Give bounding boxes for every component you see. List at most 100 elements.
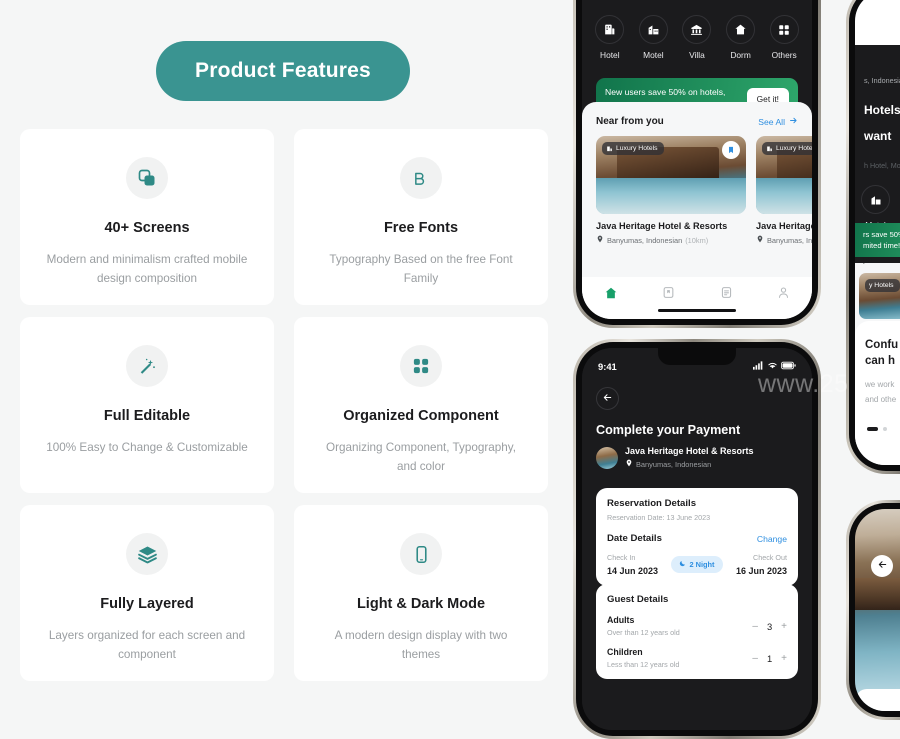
feature-card-fonts[interactable]: Free Fonts Typography Based on the free …: [294, 129, 548, 305]
phone-mockup-detail: 9:41: [846, 500, 900, 720]
carousel-dots[interactable]: [867, 427, 887, 431]
badge-label: y Hotels: [869, 282, 894, 289]
hotel-card[interactable]: Luxury Hotels Java Heritage Hotel & Reso…: [596, 136, 746, 245]
back-button[interactable]: [871, 555, 893, 577]
map-pin-icon: [596, 235, 604, 245]
hotel-photo: y Hotels: [859, 273, 900, 319]
hotel-location-text: Banyumas, Indonesian: [607, 235, 683, 245]
check-in-value[interactable]: 14 Jun 2023: [607, 566, 665, 576]
motel-icon: [638, 15, 668, 44]
date-details-header: Date Details Change: [607, 533, 787, 544]
check-in-column: Check In 14 Jun 2023: [607, 553, 665, 576]
category-list: Hotel Motel Villa Dorm Others: [582, 15, 812, 60]
reservation-title: Reservation Details: [607, 498, 697, 509]
promo-banner[interactable]: rs save 50% o mited time!: [855, 223, 900, 257]
layers-stack-icon: [126, 533, 168, 575]
battery-icon: [781, 357, 796, 375]
guest-row-children: Children Less than 12 years old – 1 +: [607, 647, 787, 669]
see-all-link[interactable]: See All: [758, 116, 798, 127]
feature-title: 40+ Screens: [104, 220, 190, 236]
feature-desc: Organizing Component, Typography, and co…: [326, 441, 516, 474]
current-location-text: s, Indonesian: [864, 76, 900, 85]
phone-screen-payment: 9:41 Complete your Payment Java Heritage…: [582, 348, 812, 730]
children-count: 1: [766, 652, 773, 664]
hotel-card[interactable]: Luxury Hotels Java Heritage Hotel & Reso…: [756, 136, 812, 245]
search-input[interactable]: h Hotel, Motel, E: [864, 161, 900, 170]
phone-screen-detail: 9:41: [855, 509, 900, 711]
home-content-sheet: Near from you See All Luxury Hotels Java…: [582, 102, 812, 319]
see-all-label: See All: [758, 116, 785, 127]
adults-stepper: – 3 +: [752, 621, 787, 632]
decrement-button[interactable]: –: [752, 653, 758, 664]
feature-card-layered[interactable]: Fully Layered Layers organized for each …: [20, 505, 274, 681]
dorm-icon: [726, 15, 756, 44]
category-item-motel[interactable]: Motel: [633, 15, 673, 60]
carousel-dot-active[interactable]: [867, 427, 878, 431]
back-button[interactable]: [596, 387, 619, 410]
hotel-name: Java Heritage Hotel & Resorts: [625, 446, 754, 456]
hotel-location: Banyumas, Indonesian: [625, 459, 754, 469]
phone-mockup-payment: 9:41 Complete your Payment Java Heritage…: [573, 339, 821, 739]
profile-icon[interactable]: [777, 286, 790, 304]
payment-page-title: Complete your Payment: [596, 423, 741, 437]
adults-count: 3: [766, 620, 773, 632]
document-icon[interactable]: [720, 286, 733, 304]
payment-screen-body: 9:41 Complete your Payment Java Heritage…: [582, 348, 812, 730]
search-headline-line2: want: [864, 129, 892, 143]
grid-others-icon: [769, 15, 799, 44]
nights-badge: 2 Night: [671, 556, 723, 573]
check-out-column: Check Out 16 Jun 2023: [729, 553, 787, 576]
near-you-section-header: Near from you See All: [582, 102, 812, 127]
promo-line1: rs save 50% o: [863, 230, 900, 239]
bookmark-icon[interactable]: [662, 286, 675, 304]
hotel-icon: [595, 15, 625, 44]
detail-content-sheet: [855, 689, 900, 711]
category-item-others[interactable]: Others: [764, 15, 804, 60]
guest-row-adults: Adults Over than 12 years old – 3 +: [607, 615, 787, 637]
decrement-button[interactable]: –: [752, 621, 758, 632]
date-range-row: Check In 14 Jun 2023 2 Night Check Out 1…: [607, 553, 787, 576]
previous-screen-edge: [855, 0, 900, 45]
check-out-value[interactable]: 16 Jun 2023: [729, 566, 787, 576]
payment-hotel-summary: Java Heritage Hotel & Resorts Banyumas, …: [596, 446, 798, 469]
feature-desc: Modern and minimalism crafted mobile des…: [46, 253, 248, 286]
guest-type-desc: Over than 12 years old: [607, 628, 680, 637]
guest-type-desc: Less than 12 years old: [607, 660, 680, 669]
category-item-dorm[interactable]: Dorm: [721, 15, 761, 60]
guest-type-label: Children: [607, 647, 643, 657]
increment-button[interactable]: +: [781, 653, 787, 664]
bookmark-button[interactable]: [722, 141, 740, 159]
increment-button[interactable]: +: [781, 621, 787, 632]
feature-card-theme[interactable]: Light & Dark Mode A modern design displa…: [294, 505, 548, 681]
info-card-line2: can h: [865, 355, 896, 368]
feature-card-editable[interactable]: Full Editable 100% Easy to Change & Cust…: [20, 317, 274, 493]
hotel-category-badge: y Hotels: [865, 279, 900, 292]
feature-card-screens[interactable]: 40+ Screens Modern and minimalism crafte…: [20, 129, 274, 305]
check-out-label: Check Out: [753, 553, 787, 562]
feature-card-component[interactable]: Organized Component Organizing Component…: [294, 317, 548, 493]
category-label: Hotel: [600, 50, 620, 60]
home-icon[interactable]: [604, 286, 618, 305]
hotel-category-badge: Luxury Hotels: [762, 142, 812, 155]
hotel-location: Banyumas, Indonesian: [756, 235, 812, 245]
hero-photo-pier: [855, 577, 900, 610]
info-card-p1: we work: [865, 379, 895, 389]
page-title-pill: Product Features: [156, 41, 410, 101]
carousel-dot[interactable]: [883, 427, 887, 431]
reservation-details-card: Reservation Details Reservation Date: 13…: [596, 488, 798, 586]
phone-mockups-area: Hotel Motel Villa Dorm Others New users …: [568, 0, 900, 739]
bottom-tab-bar: [582, 277, 812, 319]
feature-title: Fully Layered: [100, 596, 194, 612]
hotel-photo: Luxury Hotels: [756, 136, 812, 214]
info-card-line1: Confu: [865, 339, 899, 351]
arrow-left-icon: [877, 557, 888, 575]
category-item-villa[interactable]: Villa: [677, 15, 717, 60]
change-dates-link[interactable]: Change: [757, 534, 787, 544]
feature-title: Organized Component: [343, 408, 499, 424]
category-item-hotel[interactable]: Hotel: [590, 15, 630, 60]
guest-details-card: Guest Details Adults Over than 12 years …: [596, 584, 798, 679]
badge-label: Luxury Hotels: [616, 145, 658, 152]
category-label: Villa: [689, 50, 705, 60]
grid-four-dots-icon: [400, 345, 442, 387]
category-label: Motel: [643, 50, 664, 60]
